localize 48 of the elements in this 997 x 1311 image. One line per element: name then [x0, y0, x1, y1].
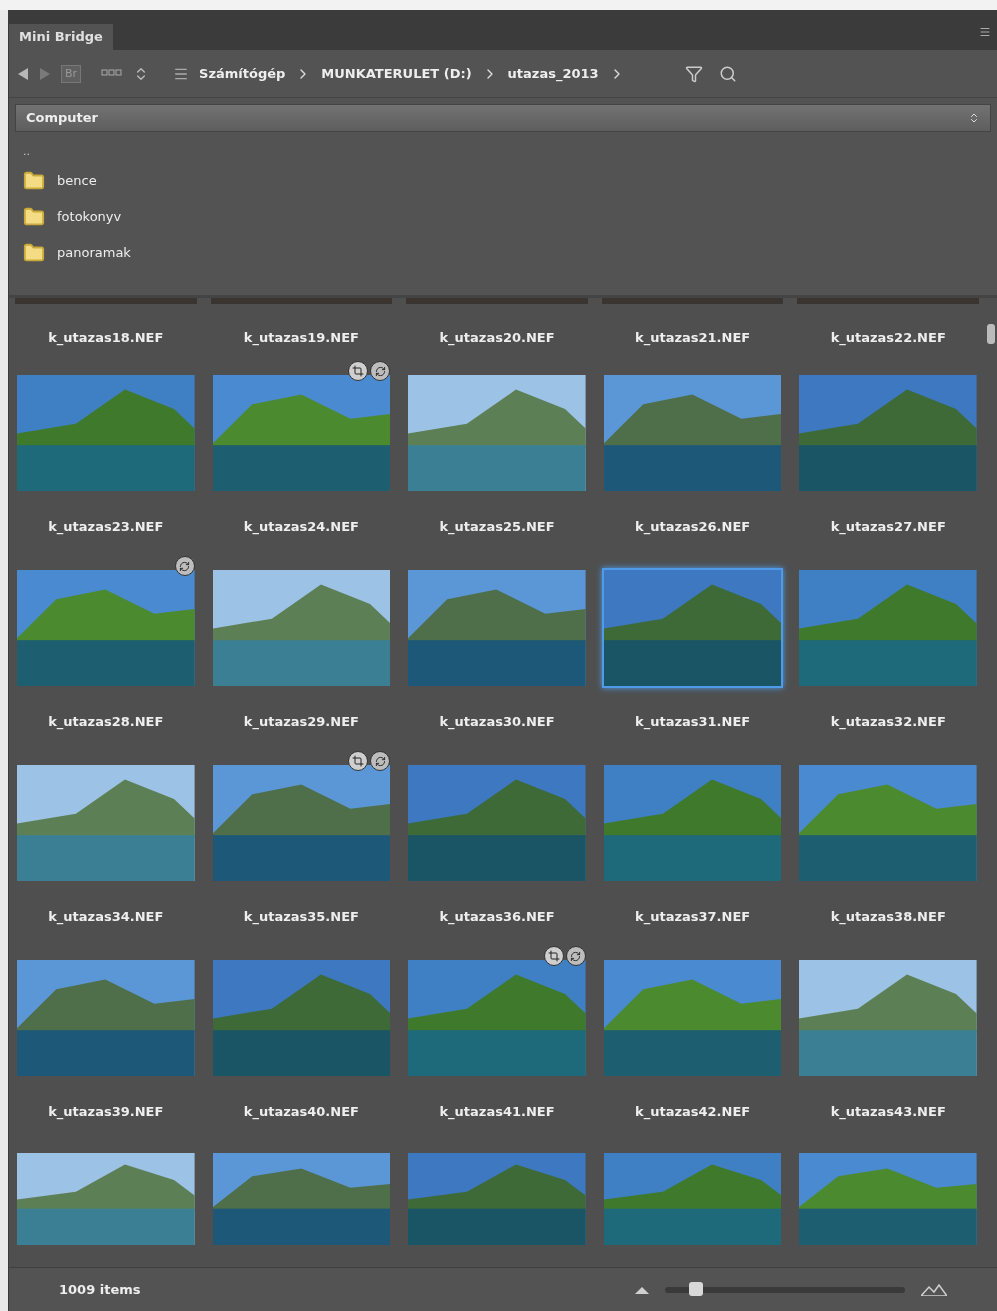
- file-name: k_utazas37.NEF: [635, 908, 751, 927]
- breadcrumb-item[interactable]: utazas_2013: [507, 63, 599, 84]
- scrollbar-thumb[interactable]: [987, 324, 995, 344]
- folder-icon: [23, 170, 45, 192]
- large-mountain-icon[interactable]: [921, 1283, 947, 1296]
- file-name: k_utazas42.NEF: [635, 1103, 751, 1122]
- file-name: k_utazas36.NEF: [439, 908, 555, 927]
- file-name: k_utazas41.NEF: [439, 1103, 555, 1122]
- item-count: 1009 items: [59, 1280, 141, 1299]
- folder-name[interactable]: panoramak: [57, 243, 131, 263]
- file-name: k_utazas31.NEF: [635, 713, 751, 732]
- file-name: k_utazas26.NEF: [635, 518, 751, 537]
- panel-tab[interactable]: Mini Bridge: [9, 24, 113, 50]
- back-arrow-icon[interactable]: [17, 66, 29, 81]
- file-name: k_utazas18.NEF: [48, 329, 164, 348]
- forward-arrow-icon[interactable]: [39, 66, 51, 81]
- file-name: k_utazas32.NEF: [830, 713, 946, 732]
- file-name: k_utazas22.NEF: [830, 329, 946, 348]
- breadcrumb-item[interactable]: Számítógép: [199, 63, 286, 84]
- file-name: k_utazas28.NEF: [48, 713, 164, 732]
- file-name: k_utazas35.NEF: [243, 908, 359, 927]
- file-name: k_utazas29.NEF: [243, 713, 359, 732]
- folder-name[interactable]: fotokonyv: [57, 207, 122, 227]
- small-mountain-icon[interactable]: [635, 1285, 649, 1294]
- zoom-slider-thumb[interactable]: [689, 1281, 704, 1296]
- file-name: k_utazas21.NEF: [635, 329, 751, 348]
- filter-icon[interactable]: [684, 64, 703, 83]
- breadcrumb-item[interactable]: MUNKATERULET (D:): [321, 63, 472, 84]
- search-icon[interactable]: [718, 64, 737, 83]
- file-name: k_utazas27.NEF: [830, 518, 946, 537]
- file-name: k_utazas43.NEF: [830, 1103, 946, 1122]
- folder-icon: [23, 242, 45, 264]
- file-name: k_utazas30.NEF: [439, 713, 555, 732]
- folder-name[interactable]: bence: [57, 171, 97, 191]
- parent-folder-item[interactable]: ..: [23, 146, 983, 158]
- file-name: k_utazas40.NEF: [243, 1103, 359, 1122]
- file-name: k_utazas24.NEF: [243, 518, 359, 537]
- folder-icon: [23, 206, 45, 228]
- file-name: k_utazas20.NEF: [439, 329, 555, 348]
- file-name: k_utazas39.NEF: [48, 1103, 164, 1122]
- file-name: k_utazas23.NEF: [48, 518, 164, 537]
- file-name: k_utazas25.NEF: [439, 518, 555, 537]
- location-dropdown[interactable]: Computer: [15, 104, 991, 132]
- file-name: k_utazas34.NEF: [48, 908, 164, 927]
- file-name: k_utazas38.NEF: [830, 908, 946, 927]
- file-name: k_utazas19.NEF: [243, 329, 359, 348]
- panel-menu-icon[interactable]: [979, 26, 991, 38]
- dropdown-arrows-icon: [968, 112, 980, 124]
